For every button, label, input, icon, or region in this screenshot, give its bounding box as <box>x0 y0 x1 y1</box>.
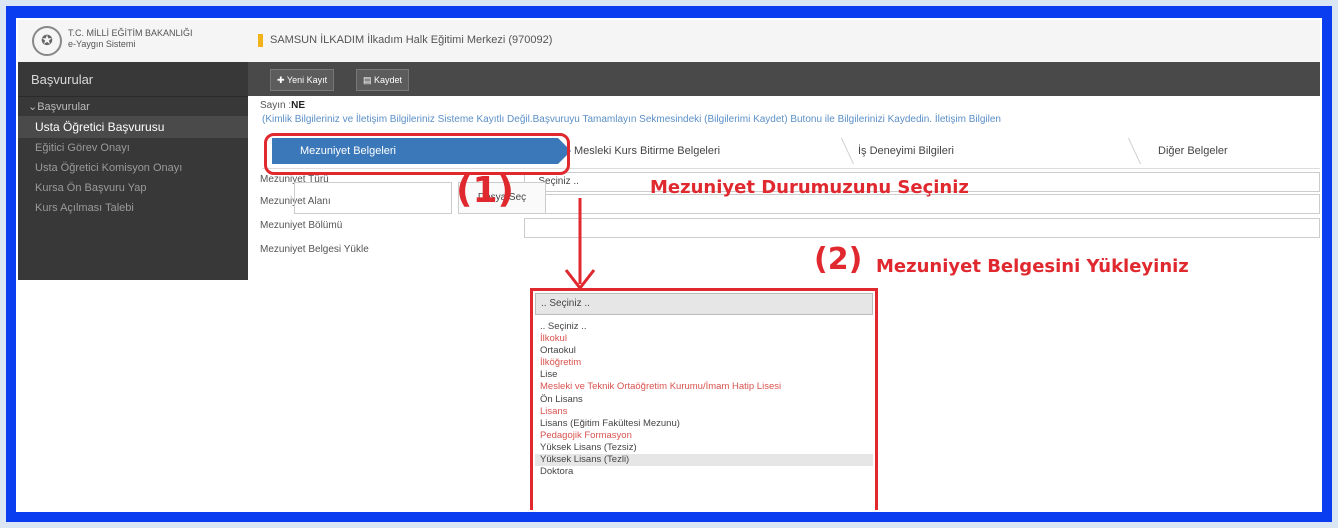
sidebar-item-egitici-gorev-onayi[interactable]: Eğitici Görev Onayı <box>18 138 248 158</box>
ministry-logo-icon: ✪ <box>32 26 62 56</box>
greeting: Sayın :NE <box>260 100 305 111</box>
tab-diger-belgeler[interactable]: Diğer Belgeler <box>1158 138 1228 164</box>
arrow-down-icon <box>564 198 596 291</box>
blue-frame: ✪ T.C. MİLLİ EĞİTİM BAKANLIĞI e-Yaygın S… <box>6 6 1332 522</box>
toolbar: ✚ Yeni Kayıt ▤ Kaydet <box>248 62 1320 96</box>
tab-is-deneyimi[interactable]: İş Deneyimi Bilgileri <box>858 138 954 164</box>
graduation-dept-input[interactable] <box>524 218 1320 238</box>
sidebar-item-usta-ogretici-basvurusu[interactable]: Usta Öğretici Başvurusu <box>18 116 248 138</box>
save-icon: ▤ <box>363 75 372 85</box>
dropdown-option[interactable]: Ortaokul <box>535 345 873 357</box>
info-notice: (Kimlik Bilgileriniz ve İletişim Bilgile… <box>262 114 1001 125</box>
step2-instruction: Mezuniyet Belgesini Yükleyiniz <box>876 256 1189 277</box>
dropdown-option[interactable]: Lise <box>535 369 873 381</box>
sidebar-item-on-basvuru[interactable]: Kursa Ön Başvuru Yap <box>18 178 248 198</box>
sidebar-section-label: Başvurular <box>37 101 90 113</box>
tab-divider <box>840 138 855 164</box>
upload-label: Mezuniyet Belgesi Yükle <box>260 244 369 255</box>
dropdown-option[interactable]: .. Seçiniz .. <box>535 321 873 333</box>
save-button[interactable]: ▤ Kaydet <box>356 69 410 91</box>
app-header: ✪ T.C. MİLLİ EĞİTİM BAKANLIĞI e-Yaygın S… <box>18 20 1320 63</box>
tab-mesleki-kurs[interactable]: Mesleki Kurs Bitirme Belgeleri <box>574 138 720 164</box>
highlight-oval <box>264 133 570 175</box>
sidebar-item-komisyon-onayi[interactable]: Usta Öğretici Komisyon Onayı <box>18 158 248 178</box>
graduation-dept-label: Mezuniyet Bölümü <box>260 220 343 231</box>
dropdown-selected[interactable]: .. Seçiniz .. <box>535 293 873 315</box>
dropdown-option[interactable]: Doktora <box>535 466 873 478</box>
save-label: Kaydet <box>374 75 403 85</box>
tab-divider <box>1127 138 1142 164</box>
dropdown-option[interactable]: Pedagojik Formasyon <box>535 430 873 442</box>
step1-instruction: Mezuniyet Durumuzunu Seçiniz <box>650 177 969 198</box>
new-record-button[interactable]: ✚ Yeni Kayıt <box>270 69 335 91</box>
sidebar-section[interactable]: ⌄Başvurular <box>18 97 248 116</box>
sidebar-item-kurs-acilmasi[interactable]: Kurs Açılması Talebi <box>18 198 248 218</box>
user-name: NE <box>291 100 306 111</box>
dropdown-option[interactable]: Mesleki ve Teknik Ortaöğretim Kurumu/İma… <box>535 381 873 393</box>
dropdown-option[interactable]: Yüksek Lisans (Tezsiz) <box>535 442 873 454</box>
dropdown-option[interactable]: Lisans (Eğitim Fakültesi Mezunu) <box>535 418 873 430</box>
ministry-title: T.C. MİLLİ EĞİTİM BAKANLIĞI e-Yaygın Sis… <box>68 28 193 50</box>
dropdown-options: .. Seçiniz .. İlkokul Ortaokul İlköğreti… <box>535 321 873 478</box>
ministry-line1: T.C. MİLLİ EĞİTİM BAKANLIĞI <box>68 28 193 38</box>
new-record-label: Yeni Kayıt <box>286 75 328 85</box>
dropdown-option-highlighted[interactable]: Yüksek Lisans (Tezli) <box>535 454 873 467</box>
step2-marker: (2) <box>814 242 863 277</box>
greeting-label: Sayın : <box>260 100 292 111</box>
plus-icon: ✚ <box>277 75 285 85</box>
sidebar: Başvurular ⌄Başvurular Usta Öğretici Baş… <box>18 62 248 280</box>
dropdown-option[interactable]: İlköğretim <box>535 357 873 369</box>
step1-marker: (1) <box>456 170 514 211</box>
dropdown-option[interactable]: İlkokul <box>535 333 873 345</box>
dropdown-option[interactable]: Lisans <box>535 406 873 418</box>
sidebar-title: Başvurular <box>18 62 248 97</box>
file-name-box[interactable] <box>294 182 452 214</box>
center-name: SAMSUN İLKADIM İlkadım Halk Eğitimi Merk… <box>270 34 553 46</box>
screenshot-window: ✪ T.C. MİLLİ EĞİTİM BAKANLIĞI e-Yaygın S… <box>16 18 1322 512</box>
graduation-type-dropdown: .. Seçiniz .. .. Seçiniz .. İlkokul Orta… <box>530 288 878 510</box>
dropdown-option[interactable]: Ön Lisans <box>535 394 873 406</box>
center-marker <box>258 34 263 47</box>
ministry-line2: e-Yaygın Sistemi <box>68 39 136 49</box>
